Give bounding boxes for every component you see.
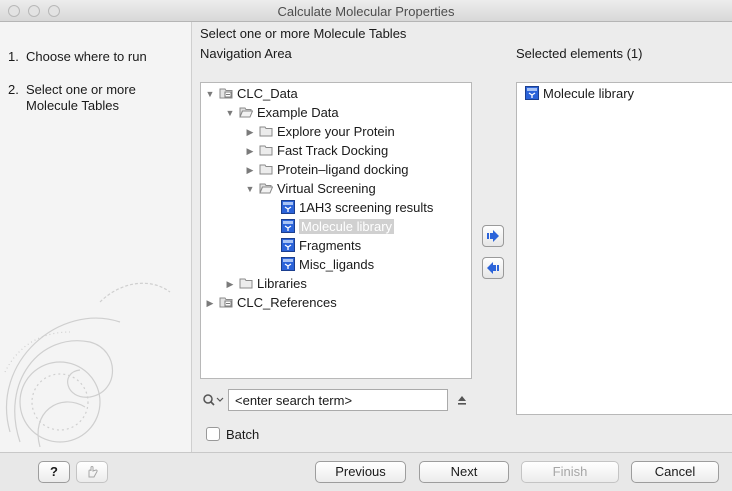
tree-item-label: CLC_References: [237, 295, 337, 310]
folder-icon: [239, 278, 253, 289]
remove-from-selection-button[interactable]: [482, 257, 504, 279]
step-choose-where-to-run: 1. Choose where to run: [8, 49, 188, 65]
tree-item-example-data[interactable]: ▼ Example Data: [225, 104, 339, 122]
step-select-molecule-tables: 2. Select one or more Molecule Tables: [8, 82, 188, 114]
arrow-right-icon: [487, 230, 499, 242]
step-number: 1.: [8, 49, 19, 64]
tree-item-label: Protein–ligand docking: [277, 162, 409, 177]
next-button[interactable]: Next: [419, 461, 509, 483]
cancel-button[interactable]: Cancel: [631, 461, 719, 483]
expanded-triangle-icon[interactable]: ▼: [245, 180, 255, 198]
arrow-left-icon: [487, 262, 499, 274]
window-title: Calculate Molecular Properties: [277, 4, 455, 19]
wizard-steps-panel: 1. Choose where to run 2. Select one or …: [0, 22, 192, 452]
tree-item-label: Misc_ligands: [299, 257, 375, 272]
batch-label: Batch: [226, 427, 260, 442]
search-bar: [200, 389, 472, 411]
molecule-table-icon: [281, 200, 295, 214]
eject-icon[interactable]: [456, 394, 468, 406]
collapsed-triangle-icon[interactable]: ▶: [205, 294, 215, 312]
folder-open-icon: [259, 183, 273, 194]
clc-swirl-logo-icon: [4, 282, 171, 448]
tree-item-clc-references[interactable]: ▶ CLC_References: [205, 294, 337, 312]
selected-item-label: Molecule library: [543, 86, 635, 101]
step-number: 2.: [8, 82, 19, 97]
folder-icon: [259, 126, 273, 137]
add-to-selection-button[interactable]: [482, 225, 504, 247]
tree-item-label: Virtual Screening: [277, 181, 376, 196]
hand-reset-icon: [88, 466, 98, 478]
molecule-table-icon: [281, 257, 295, 271]
tree-item-label: Libraries: [257, 276, 307, 291]
section-title: Select one or more Molecule Tables: [200, 26, 407, 41]
navigation-tree[interactable]: ▼ CLC_Data ▼ Example Data ▶ Explore your Pr…: [200, 82, 472, 379]
folder-icon: [259, 164, 273, 175]
collapsed-triangle-icon[interactable]: ▶: [225, 275, 235, 293]
selected-elements-label: Selected elements (1): [516, 46, 643, 61]
restore-defaults-button[interactable]: [76, 461, 108, 483]
tree-item-fast-track-docking[interactable]: ▶ Fast Track Docking: [245, 142, 389, 160]
tree-item-label: Example Data: [257, 105, 339, 120]
selected-item-molecule-library[interactable]: Molecule library: [521, 85, 634, 103]
batch-checkbox[interactable]: [206, 427, 220, 441]
tree-item-label: Molecule library: [299, 219, 395, 234]
search-input[interactable]: [228, 389, 448, 411]
tree-item-label: Fast Track Docking: [277, 143, 389, 158]
molecule-table-icon: [281, 238, 295, 252]
dialog-footer: ? Previous Next Finish Cancel: [0, 452, 732, 491]
expanded-triangle-icon[interactable]: ▼: [225, 104, 235, 122]
database-icon: [219, 88, 233, 99]
tree-item-virtual-screening[interactable]: ▼ Virtual Screening: [245, 180, 376, 198]
previous-button[interactable]: Previous: [315, 461, 406, 483]
tree-item-fragments[interactable]: Fragments: [277, 237, 361, 255]
tree-item-protein-ligand-docking[interactable]: ▶ Protein–ligand docking: [245, 161, 409, 179]
batch-option[interactable]: Batch: [206, 427, 259, 442]
finish-button[interactable]: Finish: [521, 461, 619, 483]
tree-item-molecule-library[interactable]: Molecule library: [277, 218, 395, 236]
tree-item-explore-your-protein[interactable]: ▶ Explore your Protein: [245, 123, 395, 141]
collapsed-triangle-icon[interactable]: ▶: [245, 161, 255, 179]
search-icon[interactable]: [202, 393, 224, 407]
collapsed-triangle-icon[interactable]: ▶: [245, 142, 255, 160]
tree-item-label: CLC_Data: [237, 86, 298, 101]
tree-item-label: 1AH3 screening results: [299, 200, 434, 215]
molecule-table-icon: [525, 86, 539, 100]
folder-open-icon: [239, 107, 253, 118]
tree-item-libraries[interactable]: ▶ Libraries: [225, 275, 307, 293]
title-bar[interactable]: Calculate Molecular Properties: [0, 0, 732, 22]
selected-elements-list[interactable]: Molecule library: [516, 82, 732, 415]
tree-item-label: Fragments: [299, 238, 362, 253]
molecule-table-icon: [281, 219, 295, 233]
navigation-area-label: Navigation Area: [200, 46, 292, 61]
dialog-window: Calculate Molecular Properties 1. Choose…: [0, 0, 732, 491]
expanded-triangle-icon[interactable]: ▼: [205, 85, 215, 103]
help-button[interactable]: ?: [38, 461, 70, 483]
folder-icon: [259, 145, 273, 156]
tree-item-misc-ligands[interactable]: Misc_ligands: [277, 256, 374, 274]
database-icon: [219, 297, 233, 308]
collapsed-triangle-icon[interactable]: ▶: [245, 123, 255, 141]
tree-item-clc-data[interactable]: ▼ CLC_Data: [205, 85, 298, 103]
tree-item-1ah3-screening-results[interactable]: 1AH3 screening results: [277, 199, 433, 217]
tree-item-label: Explore your Protein: [277, 124, 395, 139]
step-label: Select one or more Molecule Tables: [26, 82, 136, 113]
step-label: Choose where to run: [26, 49, 147, 64]
